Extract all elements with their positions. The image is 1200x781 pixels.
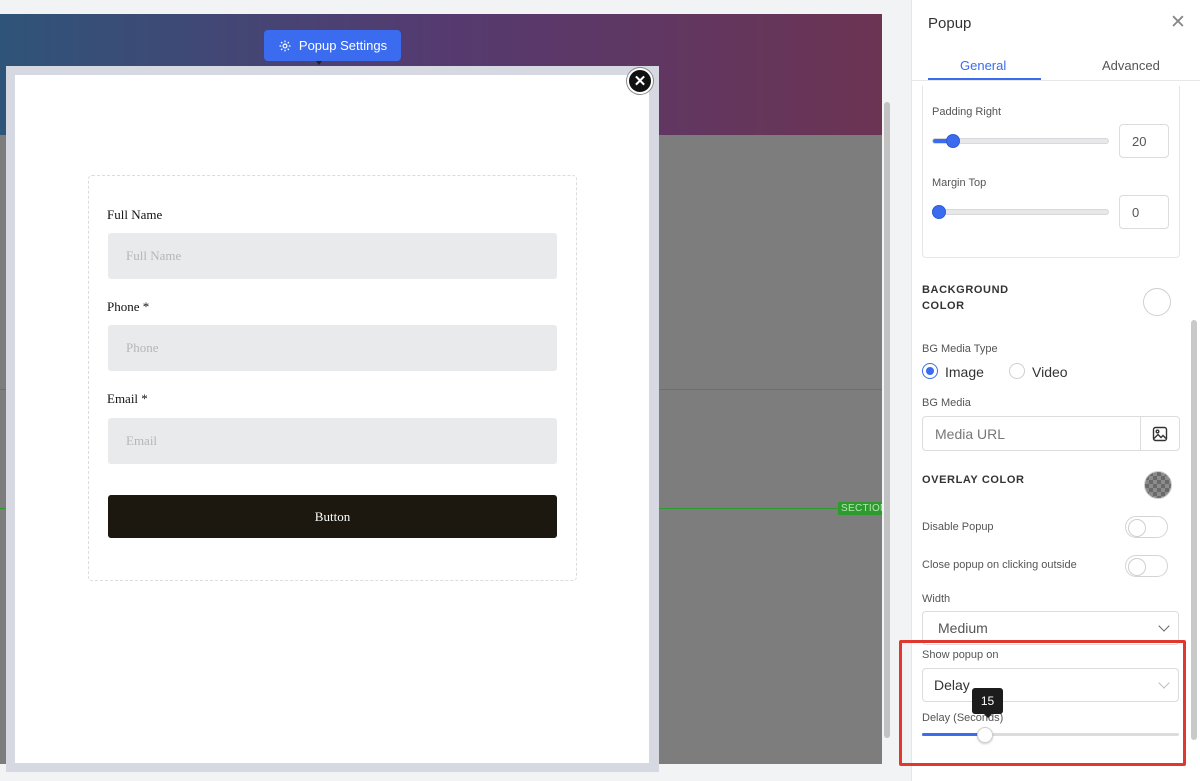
image-icon (1152, 426, 1168, 441)
disable-popup-label: Disable Popup (922, 521, 994, 533)
email-input[interactable]: Email (108, 418, 557, 464)
show-popup-on-value: Delay (934, 677, 970, 693)
radio-image[interactable] (922, 363, 938, 379)
close-circle-icon[interactable]: ✕ (627, 68, 653, 94)
popup-settings-caret (316, 61, 322, 65)
delay-slider-handle[interactable] (977, 727, 993, 743)
section-tag[interactable]: SECTION (838, 502, 882, 515)
canvas-scrollbar[interactable] (884, 102, 890, 738)
delay-value-tooltip: 15 (972, 688, 1003, 718)
chevron-down-icon (1158, 677, 1170, 689)
form-submit-button[interactable]: Button (108, 495, 557, 538)
show-popup-on-label: Show popup on (922, 649, 999, 661)
radio-video[interactable] (1009, 363, 1025, 379)
form-label-full-name: Full Name (107, 207, 163, 222)
popup-settings-button[interactable]: Popup Settings (264, 30, 401, 61)
chevron-down-icon (1158, 620, 1170, 632)
tabs-divider (912, 80, 1200, 81)
margin-top-slider[interactable] (932, 209, 1109, 215)
bg-media-label: BG Media (922, 397, 971, 409)
full-name-input[interactable]: Full Name (108, 233, 557, 279)
settings-panel: Popup ✕ General Advanced Padding Right 2… (911, 0, 1200, 781)
overlay-color-swatch[interactable] (1144, 471, 1172, 499)
padding-right-slider-handle[interactable] (946, 134, 960, 148)
radio-image-label: Image (945, 364, 984, 380)
width-select-value: Medium (938, 620, 988, 636)
popup-settings-label: Popup Settings (298, 38, 388, 53)
radio-video-label: Video (1032, 364, 1068, 380)
margin-top-input[interactable]: 0 (1119, 195, 1169, 229)
media-url-input[interactable]: Media URL (922, 416, 1140, 451)
tab-advanced[interactable]: Advanced (1102, 58, 1160, 73)
overlay-color-label: OVERLAY COLOR (922, 474, 1025, 486)
form-label-email: Email * (107, 391, 148, 406)
width-select[interactable]: Medium (922, 611, 1179, 645)
close-outside-label: Close popup on clicking outside (922, 559, 1077, 571)
disable-popup-toggle[interactable] (1125, 516, 1168, 538)
close-icon[interactable]: ✕ (1170, 11, 1186, 34)
background-color-swatch[interactable] (1143, 288, 1171, 316)
phone-input[interactable]: Phone (108, 325, 557, 371)
padding-right-label: Padding Right (932, 106, 1002, 118)
width-label: Width (922, 593, 951, 605)
tab-general[interactable]: General (960, 58, 1006, 73)
gear-icon (279, 39, 291, 52)
margin-top-slider-handle[interactable] (932, 205, 946, 219)
panel-title: Popup (928, 15, 972, 32)
show-popup-on-select[interactable]: Delay (922, 668, 1179, 702)
form-label-phone: Phone * (107, 299, 150, 314)
media-picker-button[interactable] (1140, 416, 1180, 451)
active-tab-indicator (928, 78, 1041, 80)
background-color-label-line1: BACKGROUND (922, 284, 1009, 296)
bg-media-type-label: BG Media Type (922, 343, 998, 355)
padding-right-input[interactable]: 20 (1119, 124, 1169, 158)
margin-top-label: Margin Top (932, 177, 987, 189)
panel-scrollbar[interactable] (1191, 320, 1197, 740)
close-outside-toggle[interactable] (1125, 555, 1168, 577)
background-color-label-line2: COLOR (922, 300, 965, 312)
background-color-label: BACKGROUND COLOR (922, 282, 1009, 314)
